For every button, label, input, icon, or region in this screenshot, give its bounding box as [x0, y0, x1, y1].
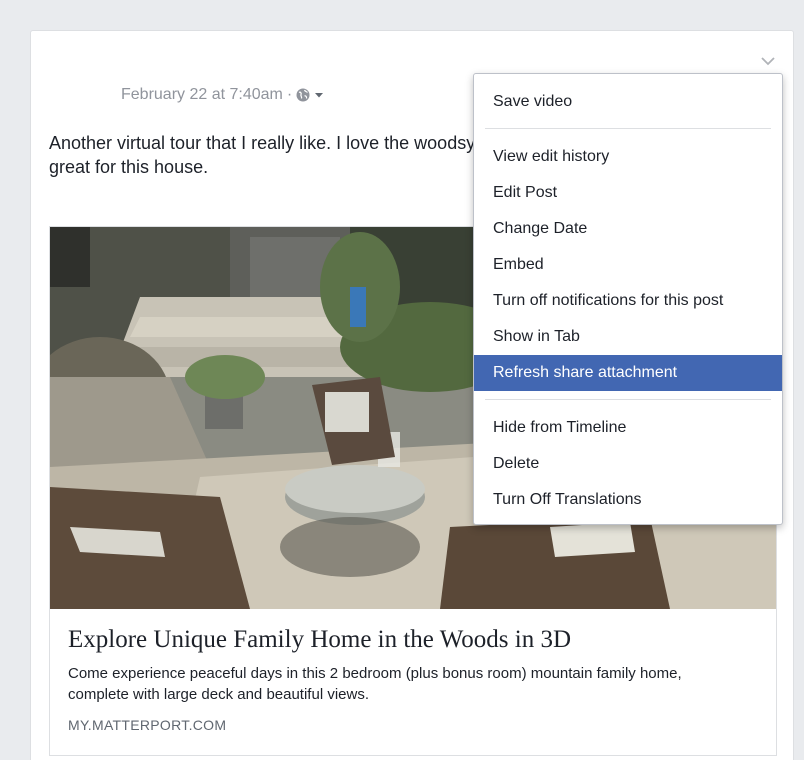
timestamp-separator: · [286, 86, 293, 103]
menu-item-embed[interactable]: Embed [474, 247, 782, 283]
globe-icon[interactable] [296, 88, 310, 102]
audience-dropdown-icon[interactable] [314, 91, 324, 99]
menu-item-save-video[interactable]: Save video [474, 84, 782, 120]
menu-item-refresh-share-attachment[interactable]: Refresh share attachment [474, 355, 782, 391]
attachment-body: Explore Unique Family Home in the Woods … [50, 609, 776, 733]
menu-item-view-edit-history[interactable]: View edit history [474, 139, 782, 175]
post-timestamp-row: February 22 at 7:40am · [121, 86, 324, 104]
menu-item-change-date[interactable]: Change Date [474, 211, 782, 247]
menu-item-edit-post[interactable]: Edit Post [474, 175, 782, 211]
attachment-domain: MY.MATTERPORT.COM [68, 717, 227, 733]
menu-item-hide-from-timeline[interactable]: Hide from Timeline [474, 410, 782, 446]
menu-divider [485, 128, 771, 129]
post-timestamp[interactable]: February 22 at 7:40am [121, 86, 283, 104]
chevron-down-icon[interactable] [761, 53, 775, 66]
menu-item-turn-off-notifications[interactable]: Turn off notifications for this post [474, 283, 782, 319]
attachment-title[interactable]: Explore Unique Family Home in the Woods … [68, 625, 758, 655]
menu-item-delete[interactable]: Delete [474, 446, 782, 482]
attachment-description: Come experience peaceful days in this 2 … [68, 665, 682, 703]
menu-item-show-in-tab[interactable]: Show in Tab [474, 319, 782, 355]
post-options-menu: Save video View edit history Edit Post C… [473, 73, 783, 525]
menu-divider [485, 399, 771, 400]
menu-item-turn-off-translations[interactable]: Turn Off Translations [474, 482, 782, 518]
